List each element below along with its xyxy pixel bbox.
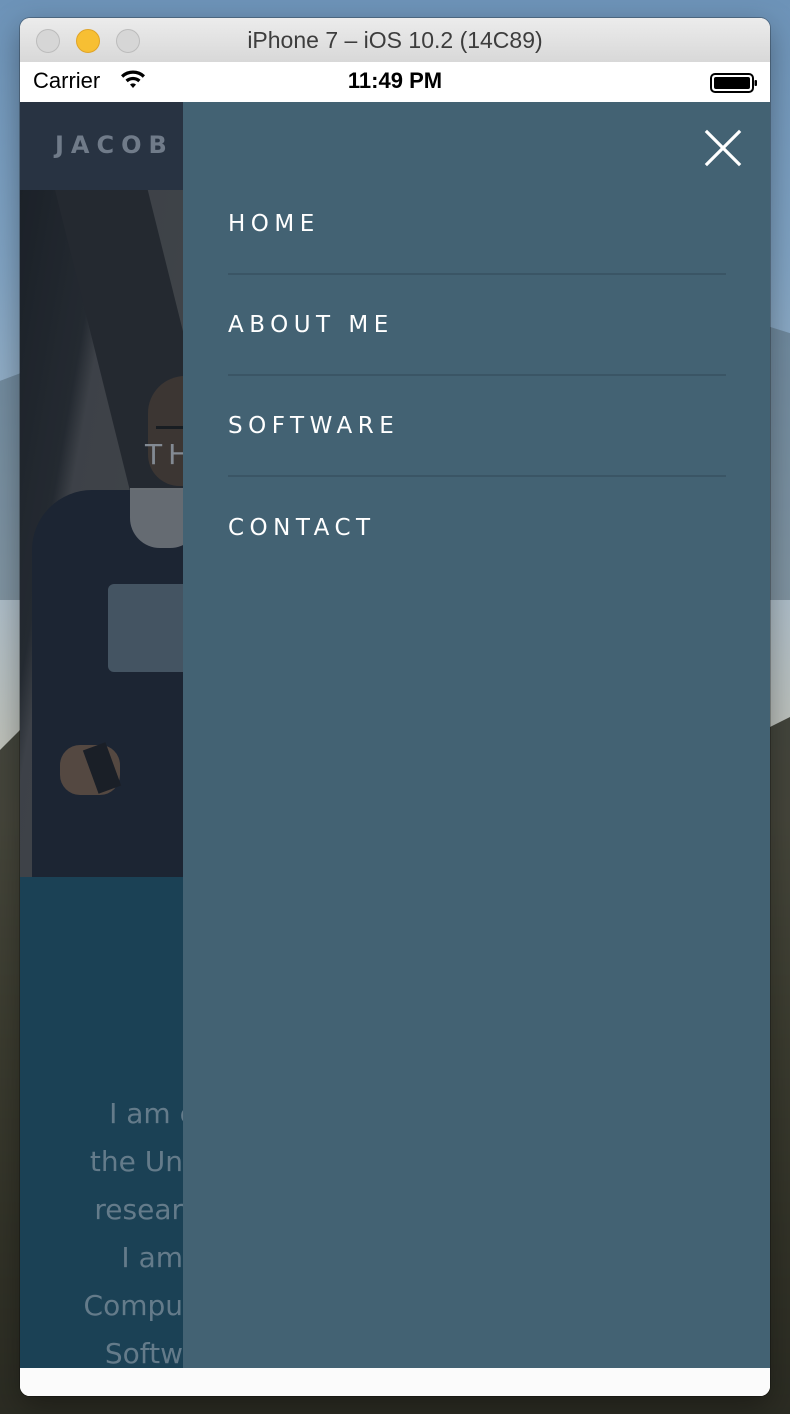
window-title: iPhone 7 – iOS 10.2 (14C89) (247, 27, 543, 53)
status-time: 11:49 PM (347, 68, 443, 93)
menu-item-label: ABOUT ME (228, 311, 394, 338)
menu-item-label: SOFTWARE (228, 412, 400, 439)
menu-item-about-me[interactable]: ABOUT ME (228, 275, 726, 376)
status-bar: Carrier 11:49 PM (20, 62, 770, 102)
menu-item-label: HOME (228, 210, 320, 237)
close-icon[interactable] (701, 126, 745, 170)
menu-item-home[interactable]: HOME (228, 174, 726, 275)
bottom-safe-area (20, 1368, 770, 1396)
battery-icon (710, 73, 757, 93)
menu-list: HOME ABOUT ME SOFTWARE CONTACT (228, 174, 726, 578)
side-menu: HOME ABOUT ME SOFTWARE CONTACT (183, 102, 770, 1368)
menu-item-contact[interactable]: CONTACT (228, 477, 726, 578)
device-screen: Carrier 11:49 PM JACOB S TH I am c the U… (20, 62, 770, 1396)
simulator-window: iPhone 7 – iOS 10.2 (14C89) Carrier 11:4… (20, 18, 770, 1396)
menu-item-label: CONTACT (228, 514, 376, 541)
window-titlebar[interactable]: iPhone 7 – iOS 10.2 (14C89) (20, 18, 770, 63)
menu-item-software[interactable]: SOFTWARE (228, 376, 726, 477)
